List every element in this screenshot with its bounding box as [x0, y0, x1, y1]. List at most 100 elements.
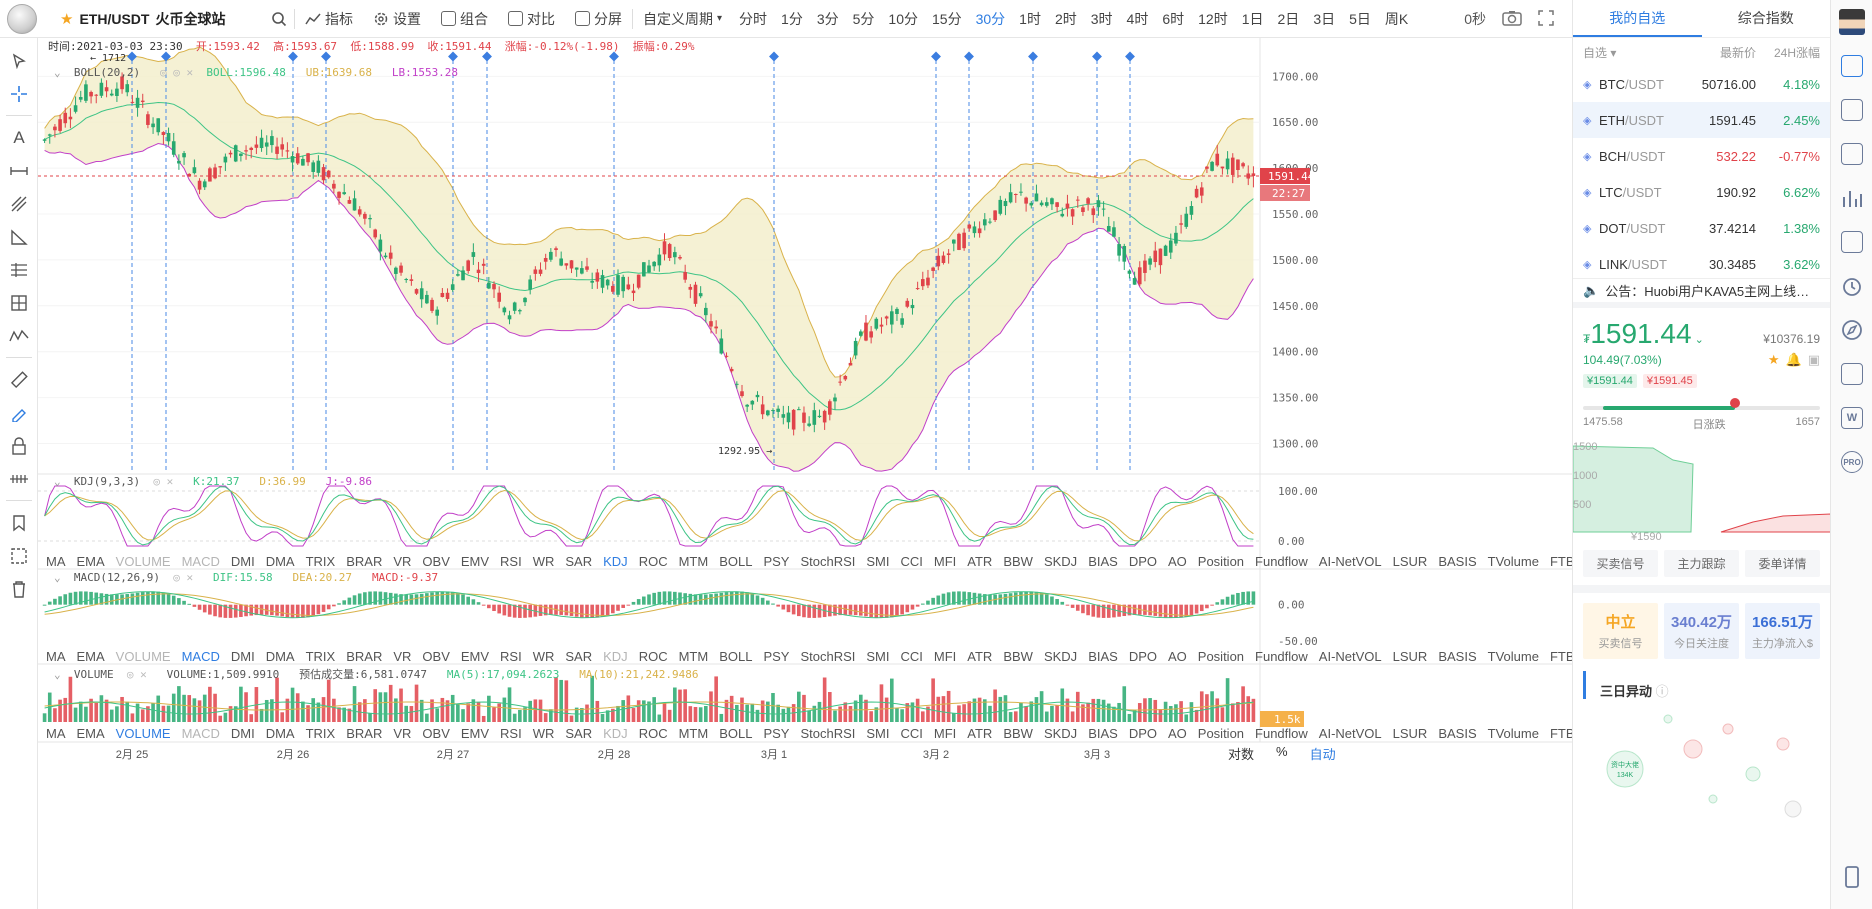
watchlist-row[interactable]: ◈ BTC/USDT 50716.00 4.18%: [1573, 66, 1830, 102]
indicator-tab[interactable]: EMV: [461, 554, 489, 574]
watchlist-row[interactable]: ◈ DOT/USDT 37.4214 1.38%: [1573, 210, 1830, 246]
line-tool[interactable]: [0, 154, 38, 187]
indicator-tab[interactable]: StochRSI: [800, 554, 855, 574]
indicator-tab[interactable]: DMA: [266, 554, 295, 574]
indicator-tab[interactable]: MA: [46, 554, 66, 574]
favorite-star-icon[interactable]: ★: [1768, 352, 1780, 368]
indicator-tab[interactable]: BIAS: [1088, 649, 1118, 669]
indicator-tab[interactable]: MFI: [934, 726, 956, 746]
compare-button[interactable]: 对比: [498, 0, 565, 38]
indicator-tab[interactable]: SAR: [565, 649, 592, 669]
period-tab[interactable]: 10分: [881, 9, 925, 29]
indicator-tab[interactable]: DMI: [231, 554, 255, 574]
indicator-tab[interactable]: BBW: [1003, 649, 1033, 669]
indicator-tab[interactable]: SKDJ: [1044, 726, 1077, 746]
indicator-tab[interactable]: TRIX: [306, 554, 336, 574]
indicator-tab[interactable]: RSI: [500, 726, 522, 746]
indicator-tab[interactable]: ROC: [639, 649, 668, 669]
indicator-tab[interactable]: SKDJ: [1044, 554, 1077, 574]
indicator-tab[interactable]: VOLUME: [116, 649, 171, 669]
side-btn-news[interactable]: [1831, 88, 1872, 132]
period-tab[interactable]: 周K: [1378, 9, 1415, 29]
indicator-tab[interactable]: ATR: [967, 554, 992, 574]
indicator-tab[interactable]: MACD: [182, 554, 220, 574]
indicator-tab[interactable]: OBV: [422, 554, 449, 574]
indicator-tab[interactable]: AO: [1168, 554, 1187, 574]
indicator-tab[interactable]: BASIS: [1438, 726, 1476, 746]
period-tab[interactable]: 1时: [1012, 9, 1048, 29]
wave-tool[interactable]: [0, 319, 38, 352]
indicator-tab[interactable]: SAR: [565, 554, 592, 574]
indicator-tab[interactable]: BASIS: [1438, 554, 1476, 574]
column-change[interactable]: 24H涨幅: [1756, 44, 1820, 61]
lock-tool[interactable]: [0, 429, 38, 462]
announcement-bar[interactable]: 🔈 公告：Huobi用户KAVA5主网上线…: [1573, 278, 1830, 308]
period-tab[interactable]: 分时: [732, 9, 774, 29]
indicator-tab[interactable]: KDJ: [603, 649, 628, 669]
period-tab[interactable]: 1分: [774, 9, 810, 29]
indicator-tab[interactable]: AI-NetVOL: [1319, 726, 1382, 746]
signal-box[interactable]: 340.42万 今日关注度: [1664, 603, 1739, 659]
share-icon[interactable]: ▣: [1808, 352, 1820, 368]
period-tab[interactable]: 5日: [1342, 9, 1378, 29]
period-tab[interactable]: 3日: [1306, 9, 1342, 29]
signal-tab[interactable]: 买卖信号: [1583, 550, 1658, 577]
collapse-icon[interactable]: ⌄: [54, 66, 61, 79]
indicator-tab[interactable]: WR: [533, 554, 555, 574]
indicator-tab[interactable]: DPO: [1129, 554, 1157, 574]
auto-scale-toggle[interactable]: 自动: [1310, 744, 1336, 763]
bubble[interactable]: [1776, 737, 1790, 751]
volume-settings-icon[interactable]: ◎ ✕: [127, 668, 147, 681]
indicator-tab[interactable]: MFI: [934, 649, 956, 669]
bubble[interactable]: [1722, 723, 1734, 735]
indicator-tab[interactable]: DMI: [231, 649, 255, 669]
side-btn-doc[interactable]: [1831, 352, 1872, 396]
indicator-tab[interactable]: BOLL: [719, 649, 752, 669]
indicator-button[interactable]: 指标: [295, 0, 363, 38]
watchlist-row[interactable]: ◈ BCH/USDT 532.22 -0.77%: [1573, 138, 1830, 174]
symbol-selector[interactable]: ★ ETH/USDT 火币全球站: [44, 9, 264, 29]
indicator-tab[interactable]: Fundflow: [1255, 726, 1308, 746]
indicator-tab[interactable]: RSI: [500, 554, 522, 574]
indicator-tab[interactable]: LSUR: [1393, 726, 1428, 746]
indicator-tab[interactable]: MFI: [934, 554, 956, 574]
indicator-tab[interactable]: BRAR: [346, 649, 382, 669]
app-logo[interactable]: [0, 0, 44, 38]
indicator-tab[interactable]: BOLL: [719, 554, 752, 574]
bubble[interactable]: [1745, 766, 1761, 782]
indicator-tab[interactable]: SMI: [866, 649, 889, 669]
indicator-tab[interactable]: EMV: [461, 726, 489, 746]
side-btn-w[interactable]: W: [1831, 396, 1872, 440]
fullscreen-icon[interactable]: [1538, 9, 1554, 29]
indicator-tab[interactable]: MACD: [182, 649, 220, 669]
grid-tool[interactable]: [0, 286, 38, 319]
indicator-tab[interactable]: DPO: [1129, 726, 1157, 746]
indicator-tab[interactable]: OBV: [422, 726, 449, 746]
indicator-tab[interactable]: DMA: [266, 726, 295, 746]
indicator-tab[interactable]: KDJ: [603, 726, 628, 746]
signal-tab[interactable]: 主力跟踪: [1664, 550, 1739, 577]
indicator-tab[interactable]: WR: [533, 649, 555, 669]
side-btn-alarm[interactable]: [1831, 264, 1872, 308]
indicator-tab[interactable]: DMI: [231, 726, 255, 746]
indicator-tab[interactable]: MTM: [679, 554, 709, 574]
side-btn-bars[interactable]: [1831, 176, 1872, 220]
chart-area[interactable]: 1700.001650.001600.001550.001500.001450.…: [38, 38, 1669, 909]
indicator-tab[interactable]: OBV: [422, 649, 449, 669]
text-tool[interactable]: A: [0, 121, 38, 154]
indicator-tab[interactable]: TRIX: [306, 726, 336, 746]
chevron-down-icon[interactable]: ⌄: [1692, 334, 1704, 346]
signal-tab[interactable]: 委单详情: [1745, 550, 1820, 577]
side-btn-watch[interactable]: [1831, 44, 1872, 88]
period-tab[interactable]: 2日: [1271, 9, 1307, 29]
indicator-tab[interactable]: ATR: [967, 649, 992, 669]
side-btn-phone[interactable]: [1831, 855, 1872, 899]
period-tab[interactable]: 5分: [846, 9, 882, 29]
log-scale-toggle[interactable]: 对数: [1228, 744, 1254, 763]
indicator-tab[interactable]: Fundflow: [1255, 554, 1308, 574]
indicator-tab[interactable]: ROC: [639, 554, 668, 574]
indicator-tab[interactable]: AI-NetVOL: [1319, 554, 1382, 574]
indicator-tab[interactable]: VR: [393, 726, 411, 746]
indicator-tab[interactable]: VR: [393, 649, 411, 669]
indicator-tab[interactable]: MTM: [679, 649, 709, 669]
